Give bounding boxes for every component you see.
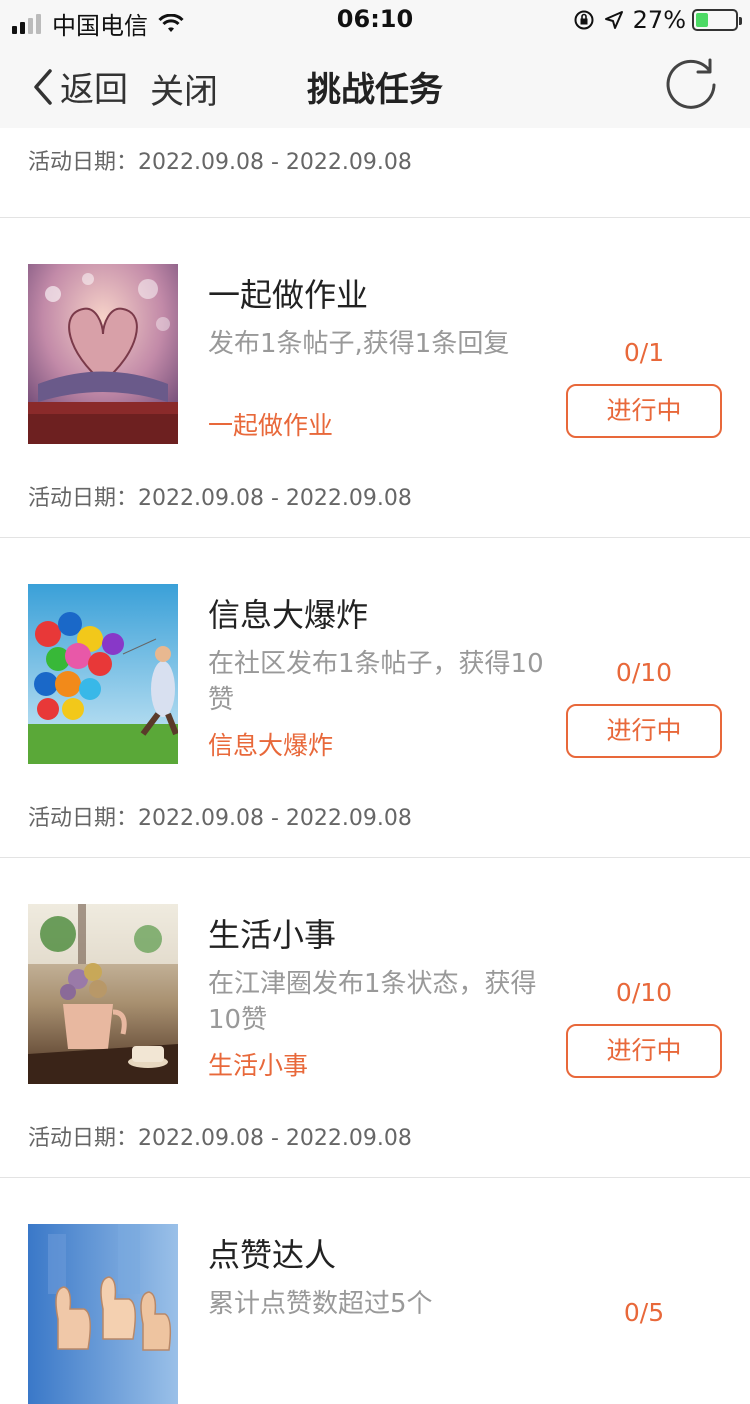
date-value: 2022.09.08 - 2022.09.08 [138, 486, 412, 511]
task-list: 活动日期：2022.09.08 - 2022.09.08 一起做作业 发布1条帖… [0, 128, 750, 1404]
date-label: 活动日期： [28, 150, 139, 175]
status-bar: 中国电信 06:10 27% [0, 0, 750, 40]
task-title: 一起做作业 [208, 276, 369, 314]
nav-bar: 返回 关闭 挑战任务 [0, 40, 750, 128]
in-progress-button[interactable]: 进行中 [566, 1024, 722, 1078]
activity-date: 活动日期：2022.09.08 - 2022.09.08 [0, 480, 412, 512]
date-value: 2022.09.08 - 2022.09.08 [138, 806, 412, 831]
task-description: 发布1条帖子,获得1条回复 [208, 329, 510, 359]
date-label: 活动日期： [28, 1126, 139, 1151]
date-value: 2022.09.08 - 2022.09.08 [138, 1126, 412, 1151]
task-progress: 0/10 [615, 978, 673, 1007]
task-title: 点赞达人 [208, 1236, 337, 1274]
battery-percent: 27% [632, 6, 686, 34]
partial-task-card: 活动日期：2022.09.08 - 2022.09.08 [0, 128, 750, 218]
flower-teapot-image [28, 904, 178, 1084]
task-description: 累计点赞数超过5个 [208, 1289, 433, 1319]
open-book-heart-image [28, 264, 178, 444]
orientation-lock-icon [574, 10, 594, 30]
task-tag: 生活小事 [208, 1051, 309, 1080]
in-progress-button[interactable]: 进行中 [566, 704, 722, 758]
page-title: 挑战任务 [307, 70, 443, 110]
in-progress-button[interactable]: 进行中 [566, 384, 722, 438]
refresh-icon[interactable] [662, 56, 720, 114]
task-title: 生活小事 [208, 916, 337, 954]
task-card[interactable]: 一起做作业 发布1条帖子,获得1条回复 一起做作业 0/1 进行中 活动日期：2… [0, 218, 750, 538]
balloons-image [28, 584, 178, 764]
activity-date: 活动日期：2022.09.08 - 2022.09.08 [0, 800, 412, 832]
date-value: 2022.09.08 - 2022.09.08 [138, 150, 412, 175]
status-right: 27% [573, 6, 742, 34]
task-title: 信息大爆炸 [208, 596, 369, 634]
task-card[interactable]: 点赞达人 累计点赞数超过5个 0/5 [0, 1178, 750, 1404]
task-progress: 0/1 [623, 338, 665, 367]
task-card[interactable]: 信息大爆炸 在社区发布1条帖子，获得10赞 信息大爆炸 0/10 进行中 活动日… [0, 538, 750, 858]
task-card[interactable]: 生活小事 在江津圈发布1条状态，获得10赞 生活小事 0/10 进行中 活动日期… [0, 858, 750, 1178]
date-label: 活动日期： [28, 486, 139, 511]
activity-date: 活动日期：2022.09.08 - 2022.09.08 [0, 1120, 412, 1152]
activity-date: 活动日期：2022.09.08 - 2022.09.08 [0, 144, 750, 176]
date-label: 活动日期： [28, 806, 139, 831]
task-progress: 0/10 [615, 658, 673, 687]
task-description: 在江津圈发布1条状态，获得10赞 [208, 969, 537, 1035]
task-progress: 0/5 [623, 1298, 665, 1327]
task-tag: 信息大爆炸 [208, 731, 334, 760]
thumbs-up-image [28, 1224, 178, 1404]
task-description: 在社区发布1条帖子，获得10赞 [208, 649, 544, 715]
battery-icon [692, 9, 742, 31]
task-tag: 一起做作业 [208, 411, 334, 440]
location-icon [604, 11, 623, 29]
